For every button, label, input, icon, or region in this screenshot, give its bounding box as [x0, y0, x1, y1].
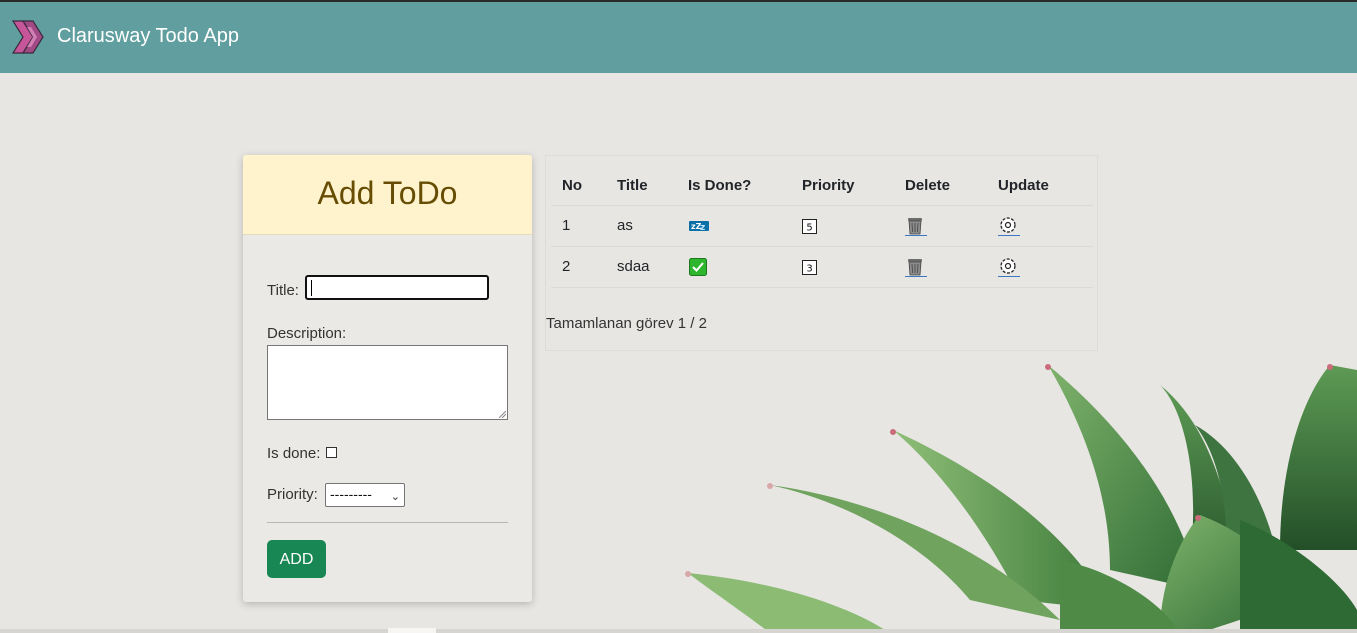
- priority-value: 5: [806, 223, 812, 234]
- row-title: sdaa: [617, 258, 650, 275]
- chevron-arrows-logo-icon: [11, 20, 44, 54]
- brand-title: Clarusway Todo App: [57, 25, 239, 47]
- page-bottom-strip: [0, 629, 1357, 633]
- is-done-checkbox[interactable]: [326, 447, 337, 458]
- check-mark-icon[interactable]: [689, 258, 707, 276]
- title-label: Title:: [267, 282, 299, 299]
- gear-icon[interactable]: [998, 216, 1020, 236]
- priority-selected-value: ---------: [330, 486, 372, 502]
- chevron-down-icon: ⌄: [390, 491, 400, 503]
- header-update: Update: [998, 177, 1049, 194]
- text-caret: [311, 280, 312, 296]
- navbar: Clarusway Todo App: [0, 2, 1357, 73]
- priority-select[interactable]: --------- ⌄: [325, 483, 405, 507]
- todo-table: No Title Is Done? Priority Delete Update…: [545, 155, 1098, 351]
- header-title: Title: [617, 177, 648, 194]
- form-divider: [267, 522, 508, 523]
- row-divider: [551, 287, 1093, 288]
- priority-badge-icon: 3: [802, 260, 817, 275]
- svg-text:z: z: [700, 223, 705, 233]
- gear-icon[interactable]: [998, 257, 1020, 277]
- add-button[interactable]: ADD: [267, 540, 326, 578]
- description-label: Description:: [267, 325, 347, 342]
- row-no: 1: [562, 217, 571, 234]
- completed-summary: Tamamlanan görev 1 / 2: [546, 315, 707, 332]
- row-divider: [551, 246, 1093, 247]
- header-divider: [551, 205, 1093, 206]
- succulent-plant-image: [685, 364, 1357, 633]
- header-delete: Delete: [905, 177, 951, 194]
- sleeping-zzz-icon[interactable]: zZ z: [689, 219, 709, 233]
- title-input[interactable]: [305, 275, 489, 300]
- add-todo-card: Add ToDo Title: Description: Is done: Pr…: [243, 155, 532, 602]
- add-todo-heading: Add ToDo: [317, 175, 458, 211]
- header-is-done: Is Done?: [688, 177, 752, 194]
- resize-grip-icon[interactable]: [498, 410, 506, 418]
- row-title: as: [617, 217, 633, 234]
- priority-value: 3: [806, 264, 812, 275]
- priority-badge-icon: 5: [802, 219, 817, 234]
- is-done-label: Is done:: [267, 445, 321, 462]
- priority-label: Priority:: [267, 486, 318, 503]
- add-todo-header: Add ToDo: [243, 155, 532, 235]
- header-no: No: [562, 177, 582, 194]
- row-no: 2: [562, 258, 571, 275]
- header-priority: Priority: [802, 177, 855, 194]
- description-textarea[interactable]: [267, 345, 508, 420]
- page-bottom-tab: [388, 628, 436, 633]
- trash-can-icon[interactable]: [905, 216, 927, 236]
- trash-can-icon[interactable]: [905, 257, 927, 277]
